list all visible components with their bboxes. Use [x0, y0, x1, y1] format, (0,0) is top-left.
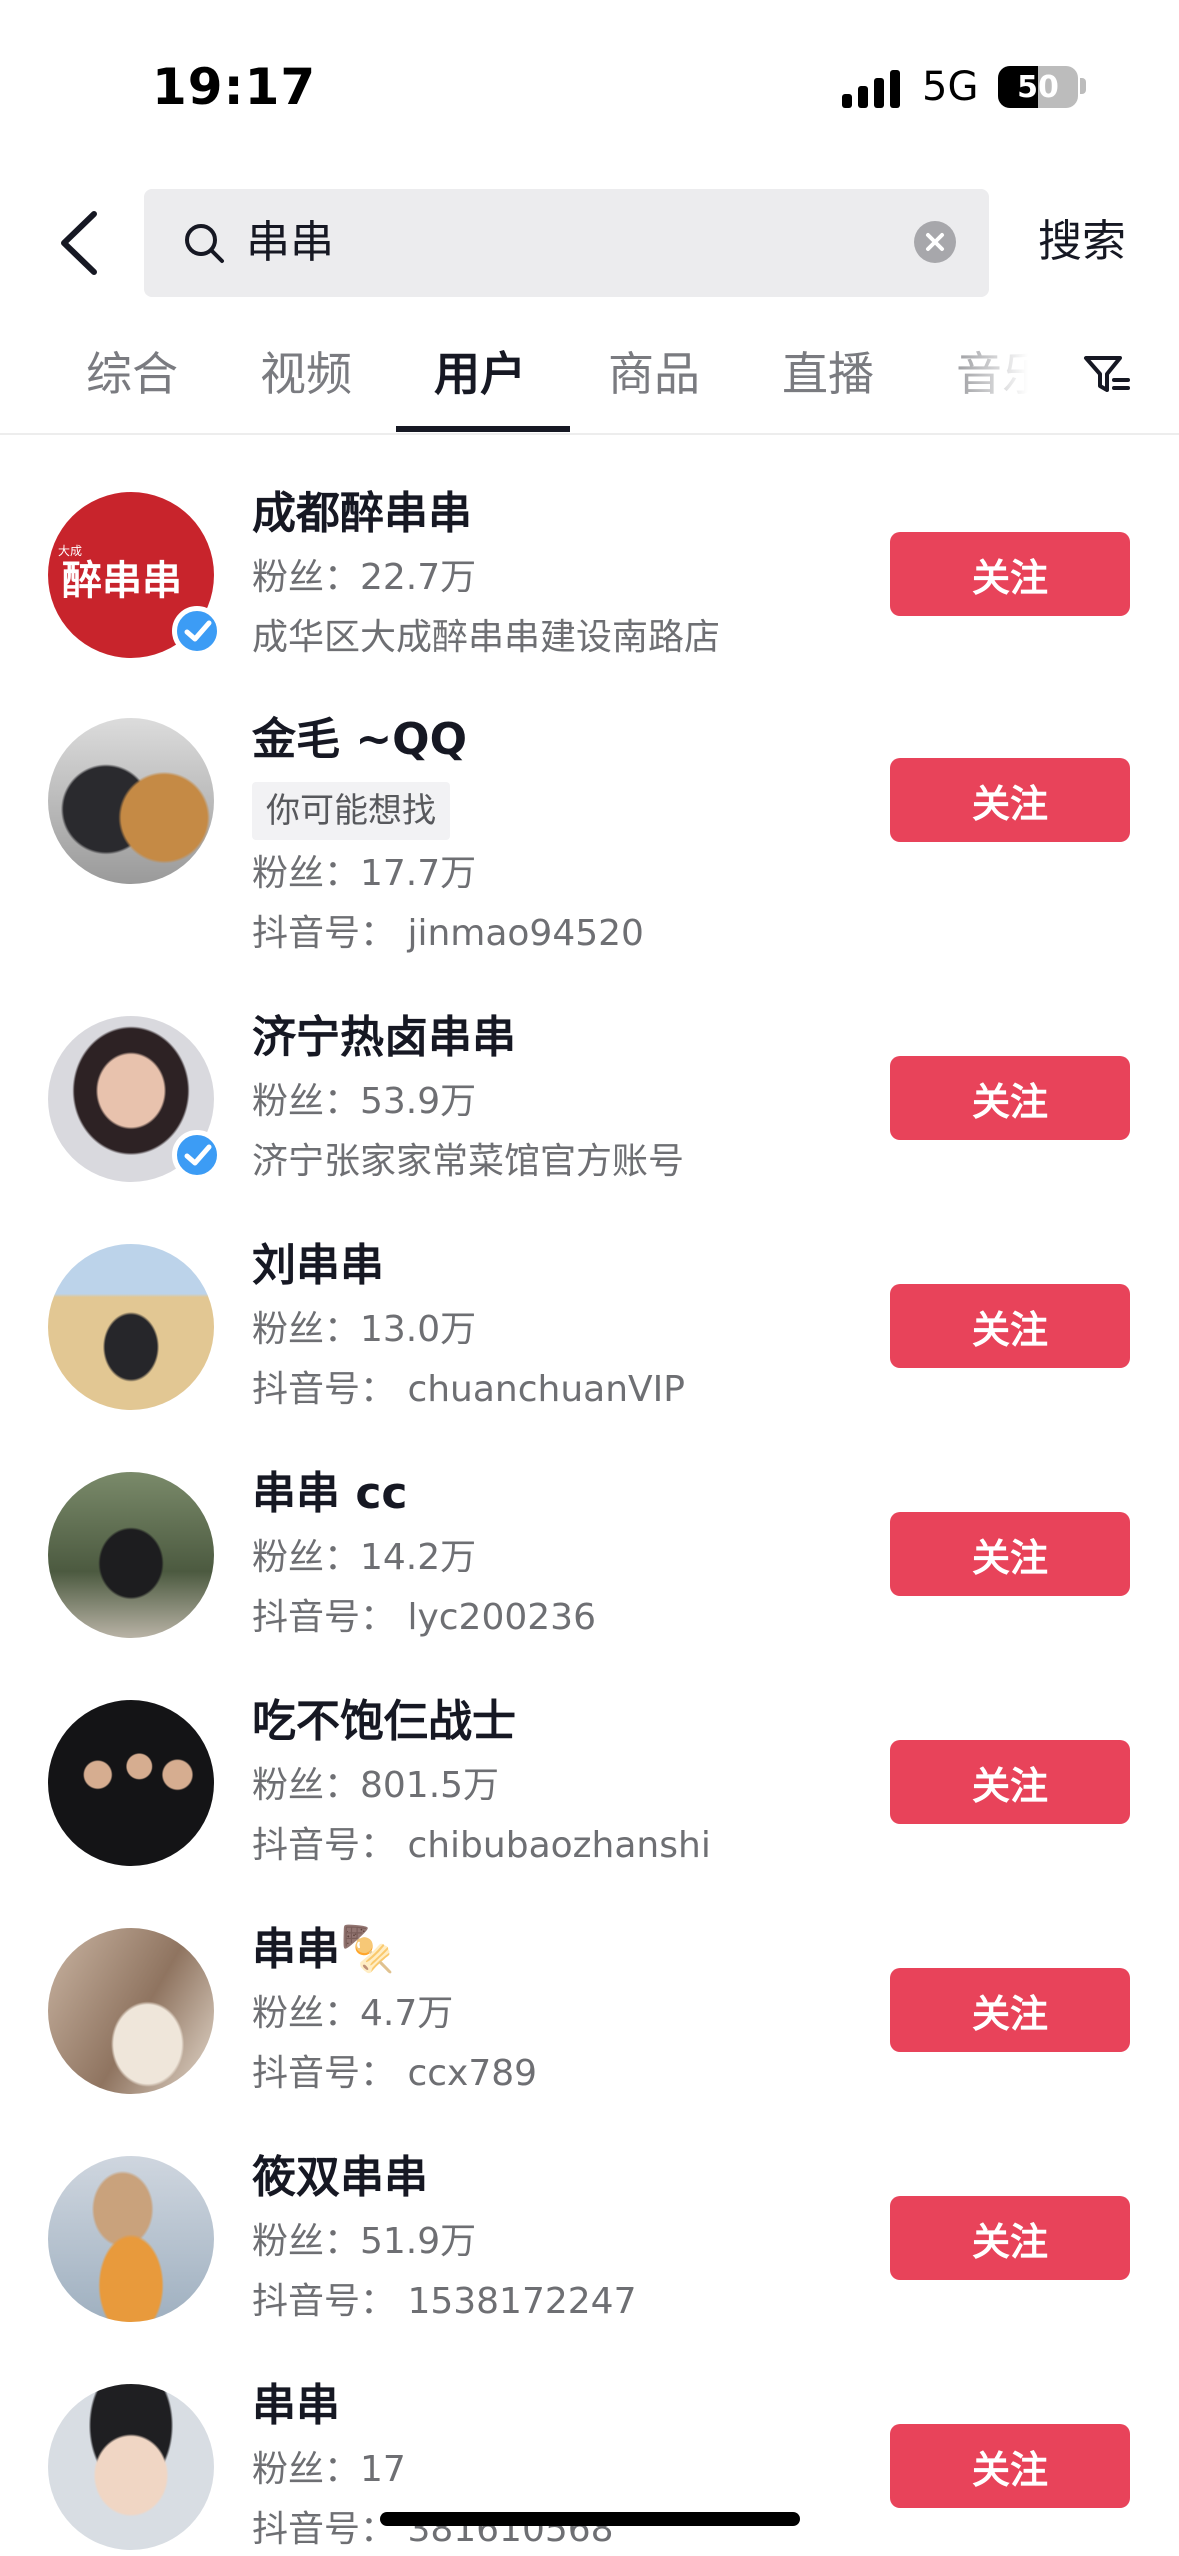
user-detail: 抖音号： lyc200236: [252, 1597, 596, 1638]
user-fans: 粉丝：14.2万: [252, 1537, 477, 1578]
search-icon: [185, 224, 224, 263]
user-fans: 粉丝：13.0万: [252, 1309, 477, 1350]
follow-button[interactable]: 关注: [890, 758, 1130, 842]
follow-button[interactable]: 关注: [890, 1512, 1130, 1596]
user-detail: 抖音号： jinmao94520: [252, 913, 644, 954]
verified-badge-icon: [172, 606, 222, 656]
battery-cap: [1080, 78, 1086, 94]
suggestion-tag: 你可能想找: [252, 782, 450, 840]
user-detail: 抖音号： 1538172247: [252, 2281, 637, 2322]
tab-products[interactable]: 商品: [608, 344, 700, 404]
network-type: 5G: [922, 64, 979, 110]
filter-button[interactable]: [1082, 350, 1132, 400]
chevron-left-icon: [61, 211, 97, 275]
user-name[interactable]: 串串: [252, 2378, 340, 2434]
avatar[interactable]: [48, 1928, 214, 2094]
search-result-tabs: 综合 视频 用户 商品 直播 音乐: [0, 330, 1179, 435]
tab-fade-overlay: [930, 330, 1070, 430]
tab-users[interactable]: 用户: [434, 344, 526, 404]
user-detail: 成华区大成醉串串建设南路店: [252, 617, 721, 658]
user-fans: 粉丝：17.7万: [252, 853, 477, 894]
user-fans: 粉丝：51.9万: [252, 2221, 477, 2262]
user-name[interactable]: 刘串串: [252, 1238, 384, 1294]
follow-button[interactable]: 关注: [890, 1740, 1130, 1824]
user-name[interactable]: 济宁热卤串串: [252, 1010, 516, 1066]
cellular-signal-icon: [842, 68, 906, 108]
filter-icon: [1084, 356, 1130, 392]
user-name[interactable]: 串串🍢: [252, 1922, 395, 1978]
battery-percentage: 50: [1017, 69, 1059, 105]
user-detail: 抖音号： ccx789: [252, 2053, 538, 2094]
avatar-logo-small: 大成: [58, 544, 83, 558]
user-fans: 粉丝：17: [252, 2449, 406, 2490]
user-name[interactable]: 成都醉串串: [252, 486, 472, 542]
user-fans: 粉丝：22.7万: [252, 557, 477, 598]
status-bar: 19:17 5G 50: [0, 0, 1179, 170]
status-time: 19:17: [152, 58, 317, 116]
user-name[interactable]: 筱双串串: [252, 2150, 428, 2206]
user-detail: 济宁张家家常菜馆官方账号: [252, 1141, 685, 1182]
search-input[interactable]: 串串: [144, 189, 989, 297]
search-query[interactable]: 串串: [246, 213, 334, 273]
search-submit-button[interactable]: 搜索: [1038, 212, 1126, 272]
follow-button[interactable]: 关注: [890, 2196, 1130, 2280]
user-detail: 抖音号： chuanchuanVIP: [252, 1369, 686, 1410]
close-icon: [926, 233, 944, 251]
user-detail: 抖音号： chibubaozhanshi: [252, 1825, 711, 1866]
follow-button[interactable]: 关注: [890, 1968, 1130, 2052]
user-fans: 粉丝：801.5万: [252, 1765, 500, 1806]
tab-videos[interactable]: 视频: [260, 344, 352, 404]
battery-icon: 50: [998, 66, 1078, 108]
avatar[interactable]: [48, 2156, 214, 2322]
user-fans: 粉丝：53.9万: [252, 1081, 477, 1122]
follow-button[interactable]: 关注: [890, 1284, 1130, 1368]
user-fans: 粉丝：4.7万: [252, 1993, 454, 2034]
home-indicator[interactable]: [380, 2512, 800, 2526]
back-button[interactable]: [52, 208, 112, 278]
follow-button[interactable]: 关注: [890, 532, 1130, 616]
user-name[interactable]: 金毛 ~QQ: [252, 712, 467, 768]
verified-badge-icon: [172, 1130, 222, 1180]
avatar[interactable]: [48, 1244, 214, 1410]
follow-button[interactable]: 关注: [890, 1056, 1130, 1140]
tab-live[interactable]: 直播: [782, 344, 874, 404]
user-name[interactable]: 吃不饱仨战士: [252, 1694, 516, 1750]
active-tab-indicator: [396, 426, 570, 432]
avatar[interactable]: [48, 718, 214, 884]
follow-button[interactable]: 关注: [890, 2424, 1130, 2508]
avatar[interactable]: [48, 1700, 214, 1866]
avatar[interactable]: [48, 2384, 214, 2550]
avatar[interactable]: [48, 1472, 214, 1638]
tab-comprehensive[interactable]: 综合: [86, 344, 178, 404]
clear-search-button[interactable]: [914, 221, 956, 263]
user-name[interactable]: 串串 cc: [252, 1466, 407, 1522]
